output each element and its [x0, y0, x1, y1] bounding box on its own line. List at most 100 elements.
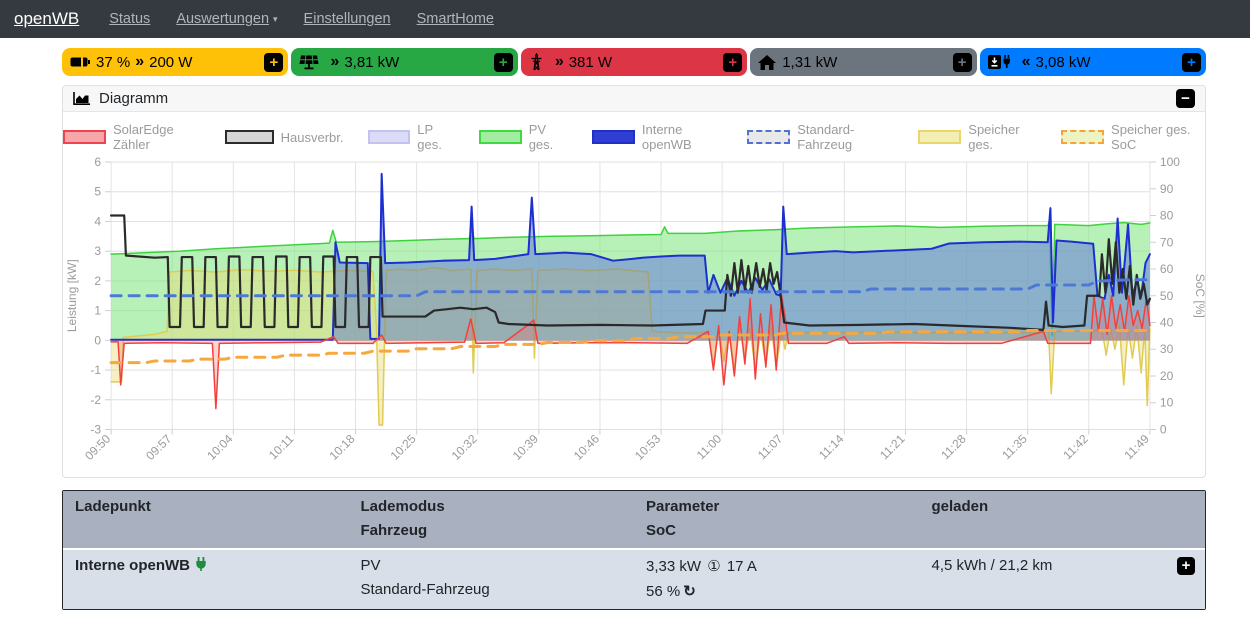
flow-out-icon: » — [135, 53, 144, 71]
chargepoint-name: Interne openWB — [75, 557, 190, 574]
plug-icon — [195, 557, 207, 572]
legend-item[interactable]: Interne openWB — [592, 122, 723, 152]
legend-item[interactable]: PV ges. — [479, 122, 568, 152]
x-axis-tick-label: 10:32 — [449, 432, 480, 463]
legend-item[interactable]: SolarEdge Zähler — [63, 122, 201, 152]
power-soc-chart: 6543210-1-2-3100908070605040302010009:50… — [63, 152, 1205, 477]
charge-point-icon — [988, 54, 1011, 70]
expand-pv-button[interactable]: + — [494, 53, 513, 72]
solar-panel-icon — [299, 55, 319, 70]
vehicle-soc: 56 %↻ — [646, 582, 920, 600]
left-axis-tick-label: 3 — [94, 244, 101, 258]
legend-item[interactable]: LP ges. — [368, 122, 455, 152]
battery-power-value: 200 W — [149, 54, 192, 71]
grid-power-value: 381 W — [569, 54, 612, 71]
chevron-down-icon: ▾ — [273, 14, 278, 25]
legend-label: PV ges. — [529, 122, 568, 152]
x-axis-tick-label: 11:35 — [999, 432, 1030, 463]
expand-row-button[interactable]: + — [1177, 557, 1195, 575]
legend-label: LP ges. — [417, 122, 455, 152]
right-axis-tick-label: 0 — [1160, 422, 1167, 436]
right-axis-tick-label: 20 — [1160, 369, 1174, 383]
flow-in-icon: « — [1022, 53, 1031, 71]
left-axis-tick-label: -2 — [90, 393, 101, 407]
x-axis-tick-label: 11:49 — [1121, 432, 1152, 463]
legend-item[interactable]: Speicher ges. — [918, 122, 1037, 152]
header-geladen: geladen — [920, 498, 1206, 539]
area-chart-icon — [73, 91, 91, 106]
chargepoint-power-value: 3,08 kW — [1036, 54, 1091, 71]
collapse-diagram-button[interactable]: − — [1176, 89, 1195, 108]
left-axis-tick-label: 4 — [94, 214, 101, 228]
charged-amount: 4,5 kWh / 21,2 km — [932, 557, 1053, 574]
cell-chargepoint: Interne openWB — [63, 557, 349, 600]
house-power-value: 1,31 kW — [782, 54, 837, 71]
right-axis-tick-label: 50 — [1160, 289, 1174, 303]
left-axis-tick-label: 6 — [94, 155, 101, 169]
legend-item[interactable]: Speicher ges. SoC — [1061, 122, 1205, 152]
right-axis-tick-label: 10 — [1160, 396, 1174, 410]
left-axis-tick-label: 2 — [94, 274, 101, 288]
x-axis-tick-label: 11:07 — [755, 432, 786, 463]
legend-label: Hausverbr. — [281, 130, 344, 145]
x-axis-tick-label: 10:46 — [571, 432, 602, 463]
expand-grid-button[interactable]: + — [723, 53, 742, 72]
charge-parameter: 3,33 kW ① 17 A — [646, 557, 920, 575]
flow-out-icon: » — [555, 53, 564, 71]
legend-swatch — [1061, 130, 1104, 144]
right-axis-tick-label: 60 — [1160, 262, 1174, 276]
header-ladepunkt: Ladepunkt — [63, 498, 349, 539]
legend-swatch — [747, 130, 790, 144]
battery-icon — [70, 56, 90, 68]
left-axis-tick-label: -1 — [90, 363, 101, 377]
chart-legend: SolarEdge Zähler Hausverbr. LP ges. PV ges.… — [63, 122, 1205, 152]
nav-item-einstellungen[interactable]: Einstellungen — [304, 11, 391, 27]
phase-count-icon: ① — [707, 558, 720, 575]
nav-item-smarthome[interactable]: SmartHome — [417, 11, 494, 27]
refresh-soc-icon[interactable]: ↻ — [683, 583, 696, 600]
expand-house-button[interactable]: + — [953, 53, 972, 72]
legend-swatch — [918, 130, 961, 144]
expand-battery-button[interactable]: + — [264, 53, 283, 72]
x-axis-tick-label: 11:28 — [938, 432, 969, 463]
pv-power-value: 3,81 kW — [344, 54, 399, 71]
right-axis-tick-label: 70 — [1160, 235, 1174, 249]
right-axis-tick-label: 90 — [1160, 182, 1174, 196]
legend-item[interactable]: Standard-Fahrzeug — [747, 122, 894, 152]
status-badge-row: 37 % » 200 W + » 3,81 kW + » 381 W + 1,3… — [62, 48, 1206, 76]
top-navbar: openWB Status Auswertungen ▾ Einstellunge… — [0, 0, 1250, 38]
power-tower-icon — [529, 53, 544, 71]
table-row: Interne openWB PV Standard-Fahrzeug 3,33… — [63, 550, 1205, 609]
cell-charged: 4,5 kWh / 21,2 km + — [920, 557, 1206, 600]
house-status-badge: 1,31 kW + — [750, 48, 976, 76]
nav-item-auswertungen[interactable]: Auswertungen ▾ — [176, 11, 277, 27]
cell-mode-vehicle: PV Standard-Fahrzeug — [349, 557, 635, 600]
x-axis-tick-label: 10:39 — [510, 432, 541, 463]
legend-swatch — [368, 130, 411, 144]
right-axis-tick-label: 40 — [1160, 316, 1174, 330]
vehicle-name: Standard-Fahrzeug — [361, 581, 635, 598]
nav-item-status[interactable]: Status — [109, 11, 150, 27]
x-axis-tick-label: 10:25 — [388, 432, 419, 463]
chargepoint-status-badge: « 3,08 kW + — [980, 48, 1206, 76]
legend-item[interactable]: Hausverbr. — [225, 122, 344, 152]
nav-item-label: Auswertungen — [176, 11, 269, 27]
expand-chargepoint-button[interactable]: + — [1182, 53, 1201, 72]
pv-status-badge: » 3,81 kW + — [291, 48, 517, 76]
header-parameter-soc: ParameterSoC — [634, 498, 920, 539]
diagram-card: Diagramm − SolarEdge ZählerHausverbr.LP … — [62, 85, 1206, 478]
left-axis-tick-label: 5 — [94, 185, 101, 199]
brand-link[interactable]: openWB — [14, 9, 79, 29]
table-header-row: Ladepunkt LademodusFahrzeug ParameterSoC… — [63, 491, 1205, 550]
right-axis-tick-label: 30 — [1160, 342, 1174, 356]
left-axis-tick-label: 0 — [94, 333, 101, 347]
legend-label: SolarEdge Zähler — [113, 122, 201, 152]
chargepoint-table: Ladepunkt LademodusFahrzeug ParameterSoC… — [62, 490, 1206, 610]
house-icon — [758, 55, 776, 70]
right-axis-tick-label: 100 — [1160, 155, 1180, 169]
cell-parameter-soc: 3,33 kW ① 17 A 56 %↻ — [634, 557, 920, 600]
grid-status-badge: » 381 W + — [521, 48, 747, 76]
x-axis-tick-label: 10:11 — [266, 432, 297, 463]
x-axis-tick-label: 10:04 — [204, 432, 235, 463]
legend-swatch — [225, 130, 274, 144]
